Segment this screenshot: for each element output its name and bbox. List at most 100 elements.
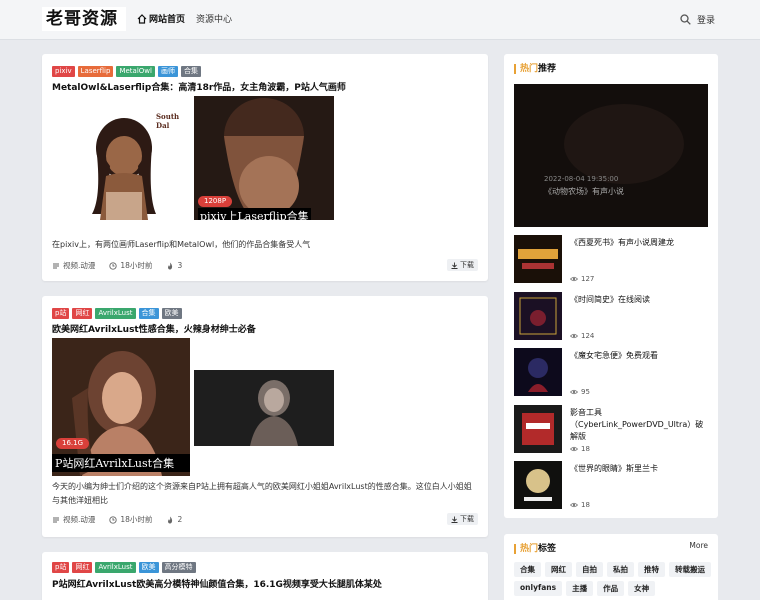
hot-item-views: 18 <box>570 445 590 453</box>
post-thumbnail[interactable] <box>194 370 334 446</box>
hot-list-item[interactable]: 影音工具（CyberLink_PowerDVD_Ultra）破解版 18 <box>514 405 708 455</box>
post-title[interactable]: MetalOwl&Laserflip合集：高清18r作品，女主角波霸，P站人气画… <box>52 80 346 93</box>
category-label: 视频.动漫 <box>63 515 96 524</box>
download-icon <box>451 262 458 269</box>
cloud-tag[interactable]: 自拍 <box>576 562 603 577</box>
cloud-tag[interactable]: 网红 <box>545 562 572 577</box>
post-tag[interactable]: 网红 <box>72 562 93 573</box>
download-button[interactable]: 下载 <box>447 259 478 271</box>
likes-meta: 3 <box>166 261 182 270</box>
post-card: p站 网红 AvrilxLust 合集 欧美 欧美网红AvrilxLust性感合… <box>42 296 488 537</box>
thumbnail-caption: pixiv上Laserflip合集 <box>198 208 311 220</box>
hot-tags-widget: 热门标签 More 合集 网红 自拍 私拍 推特 转载搬运 onlyfans 主… <box>504 534 718 600</box>
post-tag[interactable]: MetalOwl <box>116 66 155 77</box>
hot-item-thumbnail <box>514 348 562 396</box>
views-count: 18 <box>581 445 590 453</box>
post-title[interactable]: 欧美网红AvrilxLust性感合集，火辣身材绅士必备 <box>52 322 256 335</box>
post-card: pixiv Laserflip MetalOwl 画师 合集 MetalOwl&… <box>42 54 488 281</box>
hot-item-thumbnail <box>514 292 562 340</box>
post-excerpt: 今天的小编为绅士们介绍的这个资源来自P站上拥有超高人气的欧美网红小姐姐Avril… <box>52 482 472 505</box>
widget-title: 热门推荐 <box>514 64 556 74</box>
hot-item-thumbnail <box>514 461 562 509</box>
thumbnail-caption: P站网红AvrilxLust合集 <box>52 454 190 472</box>
post-tag[interactable]: p站 <box>52 308 70 319</box>
login-link[interactable]: 登录 <box>697 13 715 26</box>
site-logo[interactable]: 老哥资源 <box>42 7 126 31</box>
post-tag[interactable]: AvrilxLust <box>95 308 136 319</box>
widget-title-text: 推荐 <box>538 64 557 74</box>
post-tag[interactable]: AvrilxLust <box>95 562 136 573</box>
post-tag[interactable]: 合集 <box>138 308 159 319</box>
eye-icon <box>570 389 578 395</box>
artwork-label: South Dal <box>156 112 180 130</box>
post-tag[interactable]: 高分模特 <box>161 562 196 573</box>
views-count: 18 <box>581 501 590 509</box>
eye-icon <box>570 333 578 339</box>
cloud-tag[interactable]: 作品 <box>597 581 625 596</box>
download-label: 下载 <box>460 515 474 523</box>
category-icon <box>53 517 59 522</box>
post-excerpt: 在pixiv上，有两位画师Laserflip和MetalOwl，他们的作品合集备… <box>52 240 311 249</box>
eye-icon <box>570 276 578 282</box>
post-tag[interactable]: 合集 <box>180 66 201 77</box>
widget-title-highlight: 热门 <box>520 64 539 74</box>
more-tags-link[interactable]: More <box>689 541 708 550</box>
cloud-tag[interactable]: 合集 <box>514 562 541 577</box>
hot-item-views: 95 <box>570 388 590 396</box>
cloud-tag[interactable]: 主播 <box>566 581 594 596</box>
hot-list-item[interactable]: 《西夏死书》有声小说周建龙 127 <box>514 235 708 285</box>
hot-item-views: 124 <box>570 332 594 340</box>
hot-item-thumbnail <box>514 235 562 283</box>
likes-count: 2 <box>177 515 183 524</box>
cloud-tag[interactable]: 私拍 <box>607 562 634 577</box>
post-thumbnail[interactable]: 16.1G P站网红AvrilxLust合集 <box>52 338 190 476</box>
widget-title-text: 标签 <box>538 544 557 554</box>
nav-resources-link[interactable]: 资源中心 <box>196 12 232 25</box>
post-title[interactable]: P站网红AvrilxLust欧美高分模特神仙颜值合集，16.1G视频享受大长腿肌… <box>52 577 382 590</box>
cloud-tag[interactable]: 转载搬运 <box>669 562 711 577</box>
photo-placeholder <box>194 370 334 446</box>
hot-list-item[interactable]: 《世界的眼睛》斯里兰卡 18 <box>514 461 708 511</box>
post-tag[interactable]: 欧美 <box>161 308 182 319</box>
post-tag[interactable]: pixiv <box>52 66 75 77</box>
eye-icon <box>570 502 578 508</box>
download-button[interactable]: 下载 <box>447 513 478 525</box>
hot-list-item[interactable]: 《魔女宅急便》免费观看 95 <box>514 348 708 398</box>
category-meta[interactable]: 视频.动漫 <box>52 260 95 271</box>
nav-home-link[interactable]: 网站首页 <box>137 12 185 25</box>
post-tag[interactable]: 欧美 <box>138 562 159 573</box>
time-meta: 18小时前 <box>109 514 152 525</box>
featured-date: 2022-08-04 19:35:00 <box>544 175 619 183</box>
hot-item-title: 《时间简史》在线阅读 <box>570 295 650 304</box>
post-tag[interactable]: Laserflip <box>77 66 114 77</box>
cloud-tag[interactable]: 推特 <box>638 562 665 577</box>
post-tags: p站 网红 AvrilxLust 欧美 高分模特 <box>52 562 196 573</box>
category-meta[interactable]: 视频.动漫 <box>52 514 95 525</box>
hot-item-title: 《魔女宅急便》免费观看 <box>570 351 658 360</box>
cloud-tag[interactable]: 女神 <box>628 581 656 596</box>
post-meta: 视频.动漫 18小时前 3 <box>52 260 182 271</box>
time-meta: 18小时前 <box>109 260 152 271</box>
post-tag[interactable]: 画师 <box>157 66 178 77</box>
post-thumbnail[interactable]: 1208P pixiv上Laserflip合集 <box>194 96 334 220</box>
post-card: p站 网红 AvrilxLust 欧美 高分模特 P站网红AvrilxLust欧… <box>42 552 488 600</box>
post-tag[interactable]: 网红 <box>72 308 93 319</box>
post-tags: p站 网红 AvrilxLust 合集 欧美 <box>52 308 182 319</box>
likes-count: 3 <box>177 261 183 270</box>
featured-post[interactable]: 2022-08-04 19:35:00 《动物农场》有声小说 <box>514 84 708 227</box>
hot-list-item[interactable]: 《时间简史》在线阅读 124 <box>514 292 708 342</box>
post-thumbnail[interactable]: South Dal <box>52 96 192 220</box>
file-size-badge: 1208P <box>198 196 233 207</box>
search-icon[interactable] <box>680 14 691 25</box>
cloud-tag[interactable]: onlyfans <box>514 581 563 596</box>
post-tag[interactable]: p站 <box>52 562 70 573</box>
time-label: 18小时前 <box>120 261 153 270</box>
clock-icon <box>109 261 118 270</box>
tag-cloud: 合集 网红 自拍 私拍 推特 转载搬运 onlyfans 主播 作品 女神 <box>514 562 714 596</box>
featured-title: 《动物农场》有声小说 <box>544 187 624 196</box>
views-count: 95 <box>581 388 590 396</box>
home-icon <box>137 13 147 24</box>
hot-item-views: 18 <box>570 501 590 509</box>
category-label: 视频.动漫 <box>63 261 96 270</box>
hot-recommend-widget: 热门推荐 2022-08-04 19:35:00 《动物农场》有声小说 《西夏死… <box>504 54 718 518</box>
